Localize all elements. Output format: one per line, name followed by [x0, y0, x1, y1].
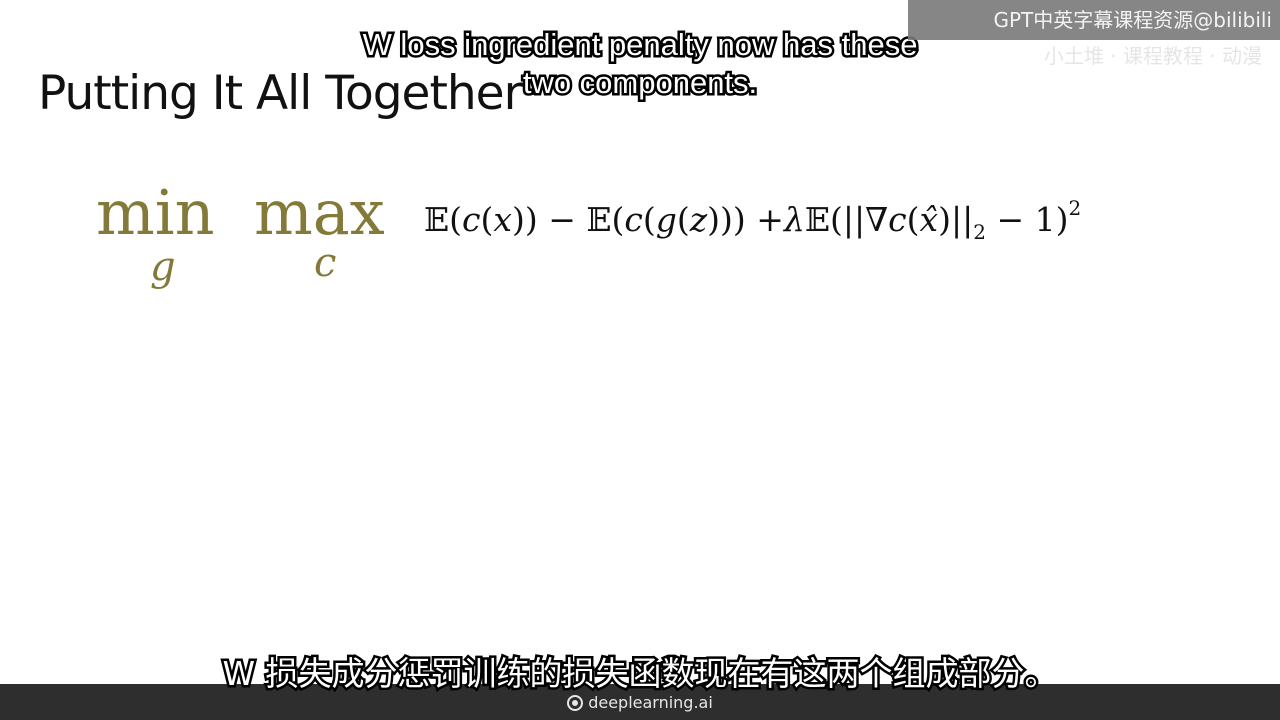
formula-norm-subscript: 2 — [973, 220, 987, 244]
formula-part: c — [462, 200, 481, 239]
formula-part: λ — [783, 200, 805, 239]
formula-part: 𝔼(||∇ — [804, 200, 889, 239]
formula-part: z — [689, 200, 708, 239]
formula-square-superscript: 2 — [1068, 196, 1082, 220]
deeplearning-logo-icon — [567, 695, 584, 711]
formula-part: ))) + — [707, 200, 784, 239]
watermark-ghost-text: 小土堆 · 课程教程 · 动漫 — [1043, 44, 1262, 68]
min-operator: min — [96, 176, 215, 249]
formula-part: ( — [642, 200, 656, 239]
chinese-subtitle: W 损失成分惩罚训练的损失函数现在有这两个组成部分。 — [220, 652, 1060, 696]
watermark-banner: GPT中英字幕课程资源@bilibili — [908, 0, 1280, 40]
video-frame: Putting It All Together min g max c 𝔼(c(… — [0, 0, 1280, 720]
brand-name: deeplearning.ai — [588, 693, 713, 712]
formula-part: ( — [906, 200, 920, 239]
formula-part: 𝔼( — [424, 200, 463, 239]
wgan-gp-loss-formula: 𝔼(c(x)) − 𝔼(c(g(z))) +λ𝔼(||∇c(x̂)||2 − 1… — [424, 196, 1081, 244]
formula-part: x̂ — [919, 200, 939, 239]
english-subtitle: W loss ingredient penalty now has these … — [360, 25, 920, 103]
max-operator: max — [254, 176, 385, 249]
formula-part: ( — [480, 200, 494, 239]
formula-part: c — [624, 200, 643, 239]
min-subscript: g — [150, 244, 176, 290]
formula-part: )|| — [938, 200, 974, 239]
formula-part: ( — [676, 200, 690, 239]
formula-part: )) − 𝔼( — [512, 200, 625, 239]
formula-part: c — [888, 200, 907, 239]
formula-part: − 1) — [986, 200, 1069, 239]
max-subscript: c — [314, 240, 337, 286]
formula-part: g — [655, 200, 677, 239]
formula-part: x — [493, 200, 513, 239]
brand-footer: deeplearning.ai — [0, 693, 1280, 712]
